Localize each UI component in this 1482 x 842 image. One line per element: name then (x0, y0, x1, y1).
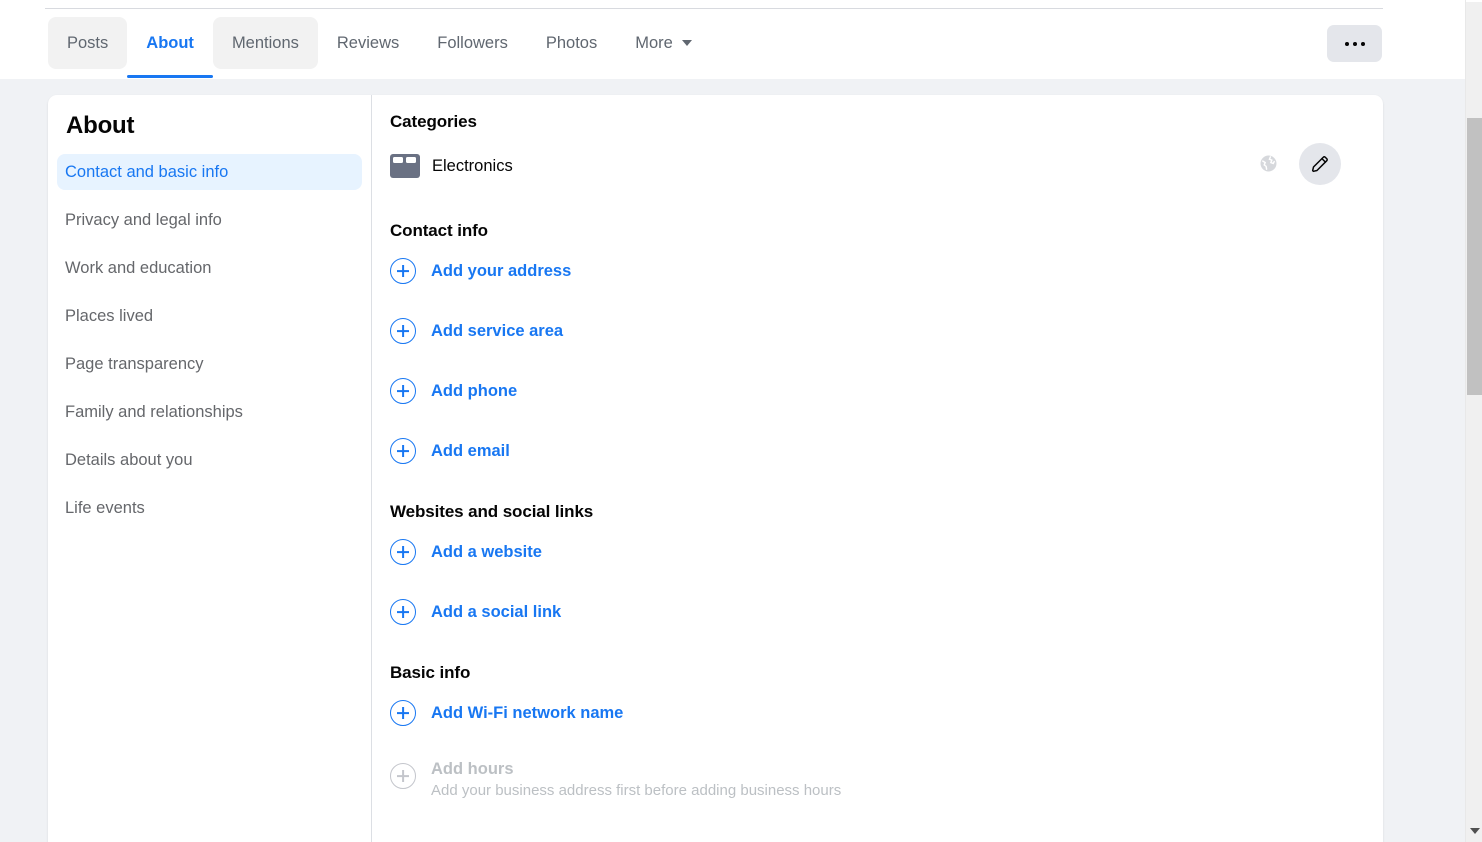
tab-more-label: More (635, 33, 673, 52)
add-a-website-label: Add a website (431, 542, 542, 561)
page-options-button[interactable] (1327, 25, 1382, 62)
sidebar-item-family-and-relationships[interactable]: Family and relationships (57, 394, 362, 430)
tab-about-label: About (146, 33, 194, 52)
add-hours-label: Add hours (431, 760, 514, 778)
sidebar-item-label: Contact and basic info (65, 162, 229, 181)
category-value: Electronics (432, 156, 513, 175)
chevron-down-icon (1469, 827, 1480, 834)
add-phone-button[interactable]: Add phone (390, 378, 1359, 404)
about-content: Categories Electronics Contact info Add … (372, 95, 1383, 842)
plus-circle-icon (390, 763, 416, 789)
tab-posts-label: Posts (67, 33, 109, 52)
tab-about[interactable]: About (127, 17, 213, 78)
basic-info-heading: Basic info (390, 663, 471, 682)
add-phone-label: Add phone (431, 381, 518, 400)
ellipsis-dot-3 (1360, 41, 1365, 46)
tab-reviews-label: Reviews (336, 33, 400, 52)
tab-photos[interactable]: Photos (527, 17, 616, 69)
add-service-area-label: Add service area (431, 321, 564, 340)
plus-circle-icon (390, 599, 416, 625)
page-tab-bar: Posts About Mentions Reviews Followers P… (0, 0, 1465, 79)
sidebar-item-label: Family and relationships (65, 402, 243, 421)
add-your-address-label: Add your address (431, 261, 572, 280)
sidebar-item-label: Details about you (65, 450, 193, 469)
sidebar-item-label: Places lived (65, 306, 154, 325)
plus-circle-icon (390, 378, 416, 404)
sidebar-item-label: Work and education (65, 258, 212, 277)
add-wifi-network-name-button[interactable]: Add Wi-Fi network name (390, 700, 1359, 726)
page-title: About (66, 112, 135, 139)
add-a-social-link-button[interactable]: Add a social link (390, 599, 1359, 625)
plus-circle-icon (390, 539, 416, 565)
plus-circle-icon (390, 700, 416, 726)
sidebar-item-contact-and-basic-info[interactable]: Contact and basic info (57, 154, 362, 190)
sidebar-item-work-and-education[interactable]: Work and education (57, 250, 362, 286)
ellipsis-dot-1 (1344, 41, 1349, 46)
ellipsis-dot-2 (1352, 41, 1357, 46)
edit-categories-button[interactable] (1299, 143, 1341, 185)
plus-circle-icon (390, 258, 416, 284)
sidebar-item-privacy-and-legal-info[interactable]: Privacy and legal info (57, 202, 362, 238)
add-email-button[interactable]: Add email (390, 438, 1359, 464)
chevron-down-icon (681, 40, 692, 46)
category-row: Electronics (390, 143, 1359, 185)
scrollbar-top-cap (1466, 0, 1482, 2)
add-hours-button: Add hours Add your business address firs… (390, 760, 1359, 799)
tab-list: Posts About Mentions Reviews Followers P… (48, 17, 711, 78)
tab-followers-label: Followers (437, 33, 508, 52)
tab-followers[interactable]: Followers (418, 17, 527, 69)
add-service-area-button[interactable]: Add service area (390, 318, 1359, 344)
globe-icon (1259, 154, 1278, 173)
scrollbar-thumb[interactable] (1467, 118, 1482, 395)
add-a-website-button[interactable]: Add a website (390, 539, 1359, 565)
tab-mentions-label: Mentions (231, 33, 299, 52)
add-wifi-network-name-label: Add Wi-Fi network name (431, 703, 624, 722)
categories-heading: Categories (390, 112, 477, 131)
tab-photos-label: Photos (545, 33, 598, 52)
sidebar-item-label: Page transparency (65, 354, 204, 373)
sidebar-item-page-transparency[interactable]: Page transparency (57, 346, 362, 382)
store-icon (390, 154, 420, 178)
sidebar-item-life-events[interactable]: Life events (57, 490, 362, 526)
tabbar-divider (45, 8, 1383, 9)
tab-more[interactable]: More (616, 17, 711, 69)
tab-reviews[interactable]: Reviews (318, 17, 418, 69)
vertical-scrollbar[interactable] (1465, 0, 1482, 842)
sidebar-item-label: Life events (65, 498, 145, 517)
add-your-address-button[interactable]: Add your address (390, 258, 1359, 284)
pencil-icon (1311, 156, 1328, 173)
add-email-label: Add email (431, 441, 510, 460)
about-card: About Contact and basic info Privacy and… (48, 95, 1383, 842)
about-sidebar: About Contact and basic info Privacy and… (48, 95, 372, 842)
active-tab-underline (127, 75, 213, 78)
add-a-social-link-label: Add a social link (431, 602, 562, 621)
sidebar-item-label: Privacy and legal info (65, 210, 222, 229)
add-hours-subtitle: Add your business address first before a… (431, 782, 842, 799)
tab-posts[interactable]: Posts (48, 17, 128, 69)
plus-circle-icon (390, 438, 416, 464)
plus-circle-icon (390, 318, 416, 344)
sidebar-item-places-lived[interactable]: Places lived (57, 298, 362, 334)
scroll-down-arrow-button[interactable] (1466, 822, 1482, 839)
contact-info-heading: Contact info (390, 221, 488, 240)
sidebar-item-details-about-you[interactable]: Details about you (57, 442, 362, 478)
websites-heading: Websites and social links (390, 502, 594, 521)
tab-mentions[interactable]: Mentions (212, 17, 318, 69)
